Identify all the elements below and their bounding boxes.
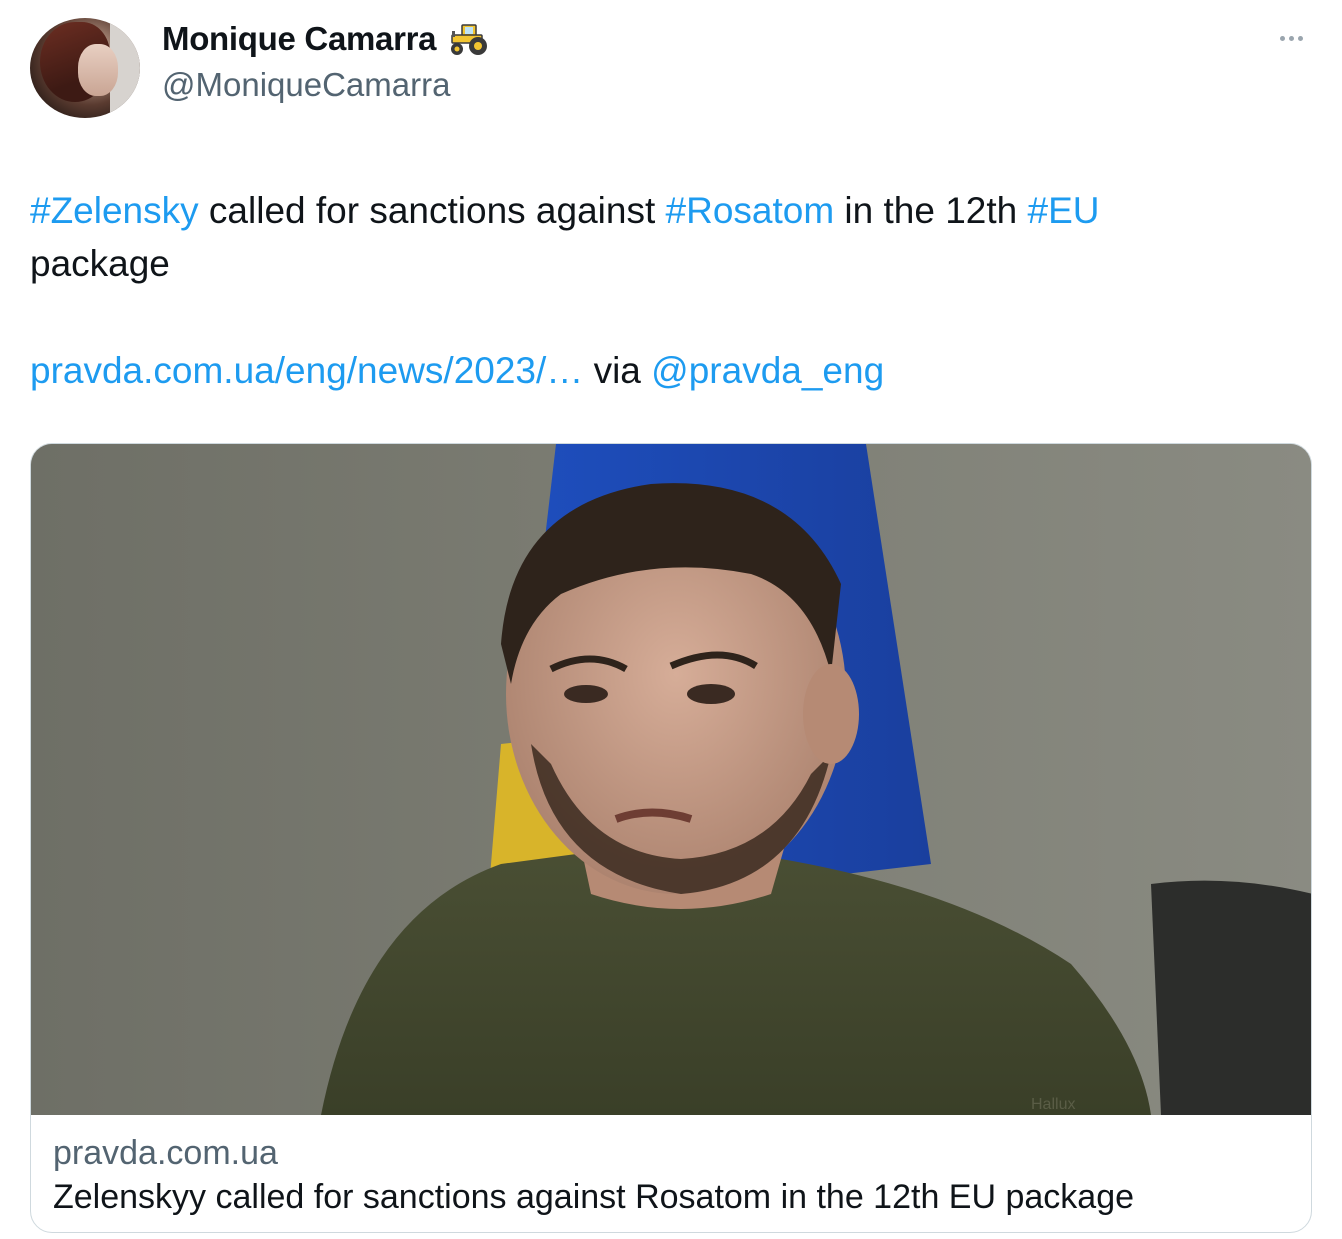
author-display-name[interactable]: Monique Camarra [162, 20, 437, 58]
author-name-row: Monique Camarra [162, 20, 492, 58]
link-preview-card[interactable]: Hallux pravda.com.ua Zelenskyy called fo… [30, 443, 1312, 1233]
card-title[interactable]: Zelenskyy called for sanctions against R… [53, 1178, 1134, 1217]
hashtag-rosatom[interactable]: #Rosatom [666, 190, 835, 231]
mention-pravda-eng[interactable]: @pravda_eng [651, 350, 884, 391]
card-image[interactable]: Hallux [31, 444, 1311, 1115]
via-text: via [583, 350, 652, 391]
tweet-text-segment: called for sanctions against [198, 190, 666, 231]
avatar-face [78, 44, 118, 96]
card-photo-illustration: Hallux [31, 444, 1311, 1115]
hashtag-eu[interactable]: #EU [1028, 190, 1100, 231]
tweet-link-line: pravda.com.ua/eng/news/2023/… via @pravd… [30, 344, 884, 397]
card-domain[interactable]: pravda.com.ua [53, 1134, 278, 1173]
tweet-text: #Zelensky called for sanctions against #… [30, 184, 1290, 290]
hashtag-zelensky[interactable]: #Zelensky [30, 190, 199, 231]
card-image-watermark: Hallux [1031, 1096, 1075, 1113]
author-handle[interactable]: @MoniqueCamarra [162, 66, 450, 104]
tweet-text-segment: in the 12th [834, 190, 1028, 231]
tweet[interactable]: Monique Camarra @MoniqueCamarra #Zelensk… [0, 0, 1342, 1239]
avatar[interactable] [30, 18, 140, 118]
tractor-icon [446, 21, 492, 57]
tweet-text-segment: package [30, 243, 170, 284]
more-options-icon[interactable] [1280, 30, 1312, 46]
article-url-link[interactable]: pravda.com.ua/eng/news/2023/… [30, 350, 583, 391]
